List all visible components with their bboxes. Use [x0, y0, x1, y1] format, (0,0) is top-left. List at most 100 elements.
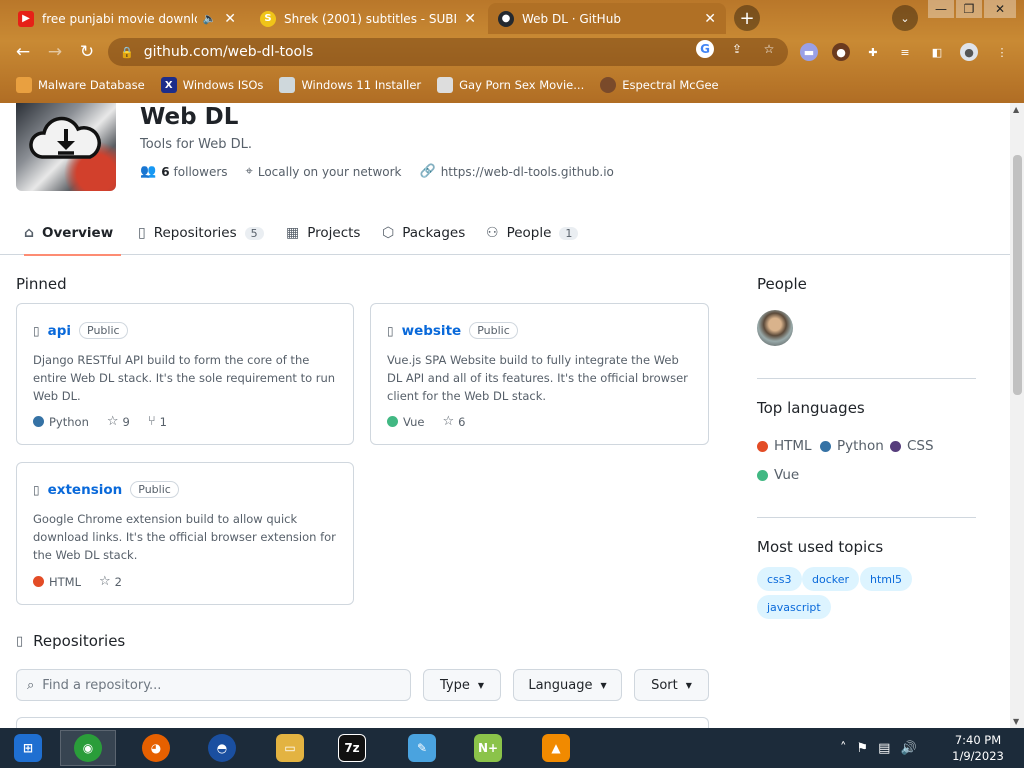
- github-org-page: Web DL Tools for Web DL. 👥 6 followers ⌖…: [0, 103, 1010, 728]
- side-panel-icon[interactable]: ◧: [928, 43, 946, 61]
- new-tab-button[interactable]: +: [734, 5, 760, 31]
- taskbar-chrome[interactable]: ◉: [60, 730, 116, 766]
- windows-start-icon: ⊞: [14, 734, 42, 762]
- topic-javascript[interactable]: javascript: [757, 595, 831, 619]
- followers-link[interactable]: 👥 6 followers: [140, 164, 228, 179]
- forks-link[interactable]: ⑂ 1: [148, 414, 167, 429]
- close-window-button[interactable]: ✕: [984, 0, 1016, 18]
- tab-shrek-subtitles[interactable]: S Shrek (2001) subtitles - SUBDL ✕: [250, 3, 486, 34]
- visibility-badge: Public: [469, 322, 518, 339]
- system-tray: ˄ ⚑ ▤ 🔊: [840, 728, 927, 768]
- stars-link[interactable]: ☆ 9: [107, 414, 130, 429]
- divider: [757, 517, 976, 518]
- stars-link[interactable]: ☆ 6: [442, 414, 465, 429]
- taskbar-notepad[interactable]: ✎: [394, 730, 450, 766]
- topics-heading: Most used topics: [757, 538, 884, 556]
- action-center-flag-icon[interactable]: ⚑: [857, 741, 869, 756]
- org-description: Tools for Web DL.: [140, 137, 253, 152]
- network-icon[interactable]: ▤: [878, 741, 890, 756]
- notepad-plus-plus-icon: N+: [474, 734, 502, 762]
- search-icon: ⌕: [27, 677, 35, 693]
- people-icon: 👥: [140, 164, 157, 179]
- org-website-link[interactable]: 🔗 https://web-dl-tools.github.io: [420, 164, 614, 179]
- profile-icon[interactable]: ●: [960, 43, 978, 61]
- clock[interactable]: 7:40 PM 1/9/2023: [946, 732, 1010, 764]
- bookmark-malware-database[interactable]: Malware Database: [16, 77, 145, 93]
- search-input[interactable]: [42, 677, 383, 693]
- bookmark-site-4[interactable]: Gay Porn Sex Movie...: [437, 77, 584, 93]
- visibility-badge: Public: [130, 481, 179, 498]
- cloud-download-icon: [29, 116, 101, 159]
- scroll-down-icon[interactable]: ▼: [1013, 717, 1019, 726]
- topic-css3[interactable]: css3: [757, 567, 802, 591]
- taskbar-7zip[interactable]: 7z: [324, 730, 380, 766]
- tab-projects[interactable]: ▦ Projects: [286, 211, 360, 255]
- taskbar-notepad-plus-plus[interactable]: N+: [460, 730, 516, 766]
- extensions-puzzle-icon[interactable]: ✚: [864, 43, 882, 61]
- tab-web-dl-github[interactable]: ● Web DL · GitHub ✕: [488, 3, 726, 34]
- repository-search[interactable]: ⌕: [16, 669, 411, 701]
- firefox-icon: ◕: [142, 734, 170, 762]
- taskbar-app-4[interactable]: ◓: [194, 730, 250, 766]
- repo-language: HTML: [33, 575, 81, 589]
- taskbar-firefox[interactable]: ◕: [128, 730, 184, 766]
- bookmark-star-icon[interactable]: ☆: [760, 40, 778, 58]
- repo-language: Python: [33, 415, 89, 429]
- volume-icon[interactable]: 🔊: [900, 741, 916, 756]
- vlc-icon: ▲: [542, 734, 570, 762]
- pinned-card-website: ▯ website Public Vue.js SPA Website buil…: [370, 303, 709, 445]
- repo-link-api[interactable]: api: [48, 323, 71, 339]
- minimize-button[interactable]: —: [928, 0, 954, 18]
- bookmark-windows-11-installer[interactable]: Windows 11 Installer: [279, 77, 421, 93]
- taskbar-vlc[interactable]: ▲: [528, 730, 584, 766]
- type-filter-button[interactable]: Type ▼: [423, 669, 501, 701]
- tab-repositories[interactable]: ▯ Repositories 5: [138, 211, 264, 255]
- extension-flag-icon[interactable]: ▬: [800, 43, 818, 61]
- repo-link-extension[interactable]: extension: [48, 482, 123, 498]
- topic-docker[interactable]: docker: [802, 567, 860, 591]
- menu-kebab-icon[interactable]: ⋮: [993, 43, 1011, 61]
- member-avatar[interactable]: [757, 310, 793, 346]
- table-icon: ▦: [286, 225, 300, 241]
- tab-search-button[interactable]: ⌄: [892, 5, 918, 31]
- org-avatar: [16, 103, 116, 191]
- page-scrollbar[interactable]: ▲ ▼: [1010, 103, 1024, 728]
- forward-button[interactable]: →: [44, 41, 66, 63]
- bookmark-windows-isos[interactable]: X Windows ISOs: [160, 77, 263, 93]
- repo-description: Google Chrome extension build to allow q…: [33, 512, 336, 562]
- close-tab-icon[interactable]: ✕: [464, 11, 476, 27]
- bookmark-icon: [279, 77, 296, 93]
- speaker-icon[interactable]: 🔈: [203, 12, 217, 25]
- close-tab-icon[interactable]: ✕: [224, 11, 236, 27]
- language-color-dot: [387, 416, 398, 427]
- media-queue-icon[interactable]: ≡: [896, 43, 914, 61]
- reload-button[interactable]: ↻: [76, 41, 98, 63]
- repo-description: Django RESTful API build to form the cor…: [33, 353, 336, 403]
- language-color-dot: [757, 469, 768, 481]
- tab-people[interactable]: ⚇ People 1: [486, 211, 579, 255]
- language-filter-button[interactable]: Language ▼: [513, 669, 622, 701]
- github-icon: ●: [498, 10, 514, 27]
- app-icon: ◓: [208, 734, 236, 762]
- stars-link[interactable]: ☆ 2: [99, 574, 122, 589]
- tab-punjabi-movie[interactable]: ▶ free punjabi movie download 🔈 ✕: [8, 3, 246, 34]
- scrollbar-thumb[interactable]: [1013, 155, 1022, 395]
- taskbar-file-explorer[interactable]: ▭: [262, 730, 318, 766]
- restore-button[interactable]: ❐: [956, 0, 982, 18]
- sort-button[interactable]: Sort ▼: [634, 669, 709, 701]
- tab-packages[interactable]: ⬡ Packages: [382, 211, 465, 255]
- topic-html5[interactable]: html5: [860, 567, 913, 591]
- tab-overview[interactable]: ⌂ Overview: [24, 211, 121, 256]
- close-tab-icon[interactable]: ✕: [704, 11, 716, 27]
- scroll-up-icon[interactable]: ▲: [1013, 105, 1019, 114]
- bookmark-espectral-mcgee[interactable]: Espectral McGee: [600, 77, 719, 93]
- repo-link-website[interactable]: website: [402, 323, 462, 339]
- extension-avatar-icon[interactable]: ●: [832, 43, 850, 61]
- google-lens-icon[interactable]: G: [696, 40, 714, 58]
- back-button[interactable]: ←: [12, 41, 34, 63]
- caret-down-icon: ▼: [685, 680, 692, 690]
- share-icon[interactable]: ⇪: [728, 40, 746, 58]
- tray-chevron-icon[interactable]: ˄: [840, 741, 847, 756]
- start-button[interactable]: ⊞: [0, 730, 56, 766]
- address-bar[interactable]: 🔒 github.com/web-dl-tools: [108, 38, 788, 66]
